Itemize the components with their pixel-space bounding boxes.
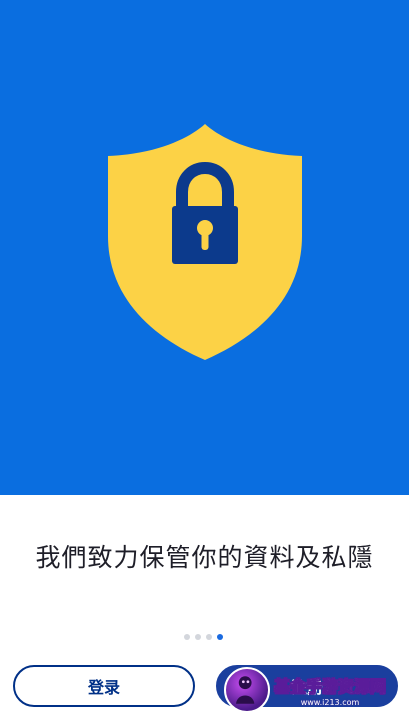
page-dot-2[interactable]: [195, 634, 201, 640]
onboarding-headline: 我們致力保管你的資料及私隱: [35, 543, 374, 572]
watermark-title: 基金手游资源网: [274, 677, 387, 697]
page-dot-4-active[interactable]: [217, 634, 223, 640]
page-indicator: [184, 634, 223, 640]
site-watermark: 基金手游资源网 www.i213.com: [224, 663, 409, 717]
page-dot-3[interactable]: [206, 634, 212, 640]
page-dot-1[interactable]: [184, 634, 190, 640]
watermark-url: www.i213.com: [300, 698, 360, 707]
login-button[interactable]: 登录: [13, 665, 195, 707]
login-button-label: 登录: [87, 678, 120, 697]
hero-banner: [0, 0, 409, 495]
shield-lock-icon: [108, 124, 302, 360]
watermark-logo-icon: [224, 667, 270, 713]
